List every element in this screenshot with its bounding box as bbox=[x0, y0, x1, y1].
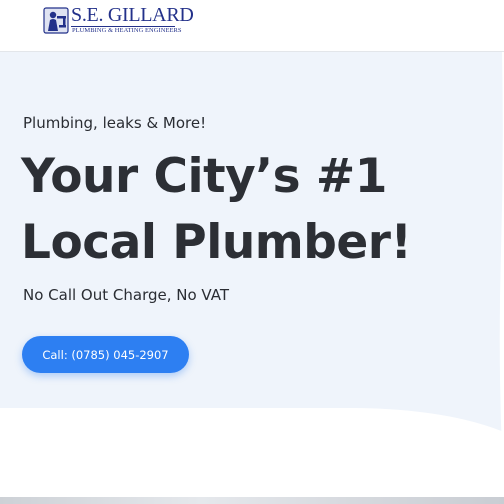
site-header: S.E. GILLARD Plumbing & Heating Engineer… bbox=[0, 0, 504, 52]
hero-headline: Your City’s #1 Local Plumber! bbox=[21, 144, 412, 276]
headline-line-2: Local Plumber! bbox=[21, 215, 412, 270]
site-logo[interactable]: S.E. GILLARD Plumbing & Heating Engineer… bbox=[42, 4, 194, 39]
logo-wordmark: S.E. GILLARD bbox=[71, 4, 194, 26]
hero-eyebrow: Plumbing, leaks & More! bbox=[23, 114, 207, 132]
next-section-edge bbox=[0, 497, 504, 504]
hero-subline: No Call Out Charge, No VAT bbox=[23, 286, 229, 304]
plumber-emblem-icon bbox=[43, 7, 69, 34]
hero-bottom-curve bbox=[0, 400, 504, 432]
right-edge-shape bbox=[499, 52, 504, 452]
headline-line-1: Your City’s #1 bbox=[21, 149, 388, 204]
page: S.E. GILLARD Plumbing & Heating Engineer… bbox=[0, 0, 504, 504]
logo-tagline: Plumbing & Heating Engineers bbox=[72, 27, 182, 34]
call-button[interactable]: Call: (0785) 045-2907 bbox=[22, 336, 189, 373]
